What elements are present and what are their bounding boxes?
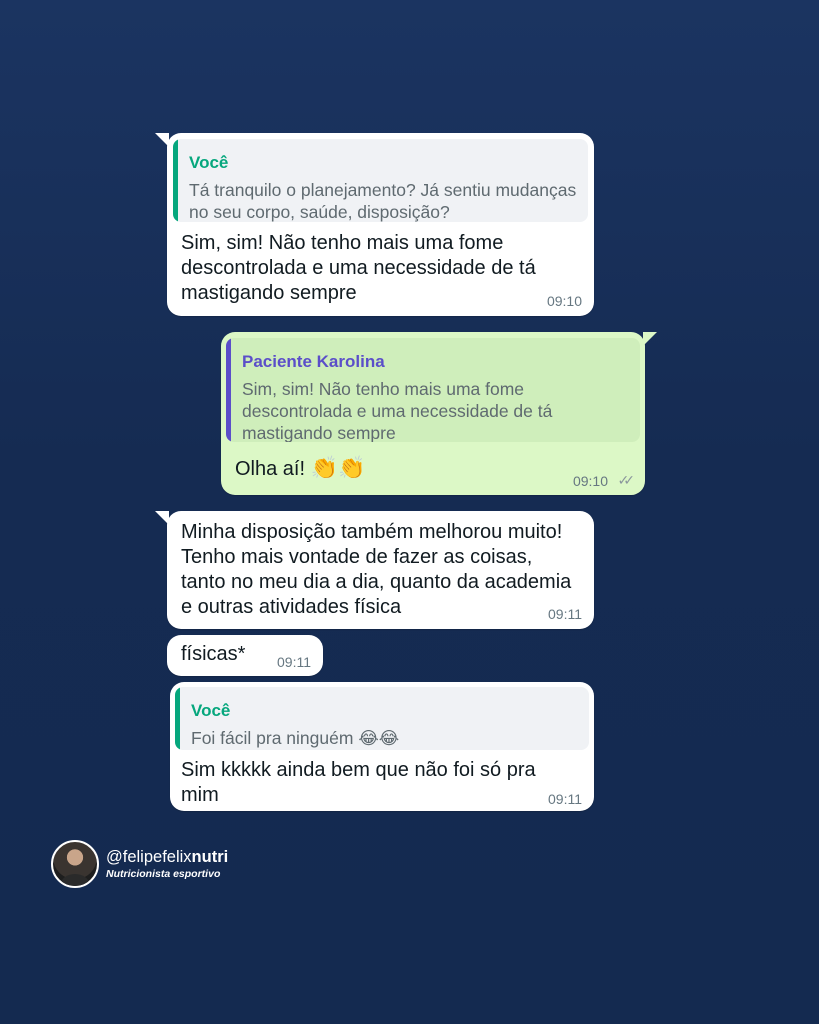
- avatar: [51, 840, 99, 888]
- message-time: 09:10: [572, 473, 608, 489]
- quote-author: Você: [191, 701, 231, 720]
- message-time: 09:11: [548, 606, 582, 622]
- profile-role: Nutricionista esportivo: [106, 868, 221, 880]
- bubble-tail: [155, 133, 169, 147]
- profile-handle: @felipefelixnutri: [106, 848, 228, 867]
- laughing-emoji: 😂😂: [358, 728, 400, 748]
- message-bubble-4[interactable]: físicas* 09:11: [167, 635, 323, 676]
- message-text: Sim kkkkk ainda bem que não foi só pra m…: [181, 759, 536, 806]
- message-text: físicas*: [181, 643, 246, 665]
- message-text: Sim, sim! Não tenho mais uma fome descon…: [181, 232, 536, 304]
- message-bubble-3[interactable]: Minha disposição também melhorou muito! …: [155, 511, 594, 629]
- bubble-tail: [155, 511, 169, 525]
- message-bubble-5[interactable]: Você Foi fácil pra ninguém 😂😂 Sim kkkkk …: [170, 682, 594, 811]
- quote-bar: [175, 687, 180, 750]
- quote-author: Você: [189, 153, 229, 172]
- quote-bar: [173, 139, 178, 222]
- quote-author: Paciente Karolina: [242, 352, 385, 371]
- avatar-figure: [61, 874, 89, 886]
- quoted-message[interactable]: Paciente Karolina Sim, sim! Não tenho ma…: [226, 338, 640, 442]
- message-text-label: Olha aí!: [235, 458, 306, 480]
- message-time: 09:11: [277, 654, 311, 670]
- message-text: Minha disposição também melhorou muito! …: [181, 521, 572, 618]
- quote-text: Sim, sim! Não tenho mais uma fome descon…: [242, 379, 553, 442]
- message-time: 09:11: [548, 791, 582, 807]
- message-text: Olha aí! 👏👏: [235, 455, 365, 482]
- read-receipt-icon: ✓✓: [617, 472, 636, 488]
- message-bubble-2[interactable]: Paciente Karolina Sim, sim! Não tenho ma…: [221, 332, 657, 495]
- quote-text: Tá tranquilo o planejamento? Já sentiu m…: [189, 180, 577, 222]
- message-time: 09:10: [546, 293, 582, 309]
- message-bubble-1[interactable]: Você Tá tranquilo o planejamento? Já sen…: [155, 133, 594, 316]
- handle-suffix: nutri: [191, 848, 229, 866]
- quote-text: Foi fácil pra ninguém 😂😂: [191, 727, 579, 749]
- quoted-message[interactable]: Você Tá tranquilo o planejamento? Já sen…: [173, 139, 588, 222]
- quote-bar: [226, 338, 231, 442]
- quote-text-label: Foi fácil pra ninguém: [191, 728, 354, 748]
- quoted-message[interactable]: Você Foi fácil pra ninguém 😂😂: [175, 687, 589, 750]
- bubble-tail: [643, 332, 657, 346]
- handle-prefix: @felipefelix: [106, 848, 192, 866]
- clapping-hands-emoji: 👏👏: [310, 455, 366, 480]
